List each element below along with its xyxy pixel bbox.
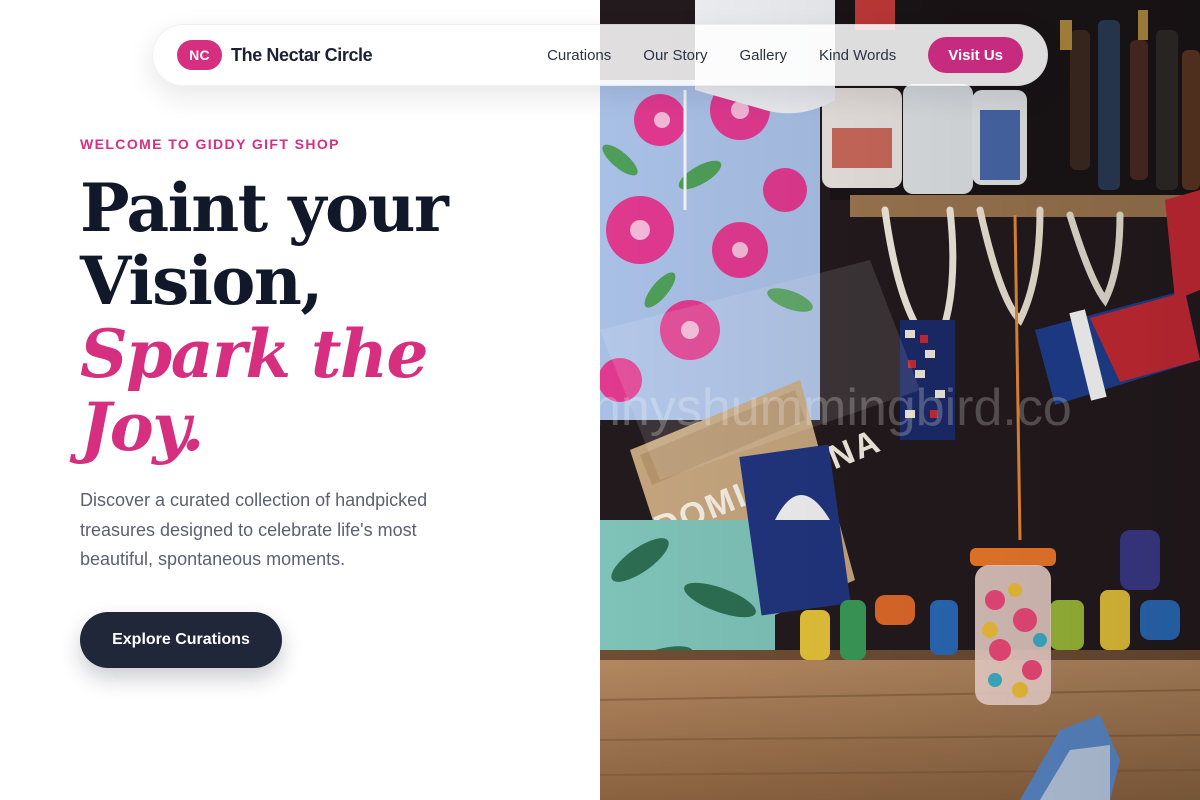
headline-accent-2: Joy. (80, 388, 205, 466)
nav-link-curations[interactable]: Curations (547, 47, 611, 64)
nav-link-kind-words[interactable]: Kind Words (819, 47, 896, 64)
brand-name: The Nectar Circle (231, 44, 373, 65)
top-navbar: NC The Nectar Circle Curations Our Story… (152, 24, 1048, 86)
hero-description: Discover a curated collection of handpic… (80, 490, 428, 569)
hero-eyebrow: WELCOME TO GIDDY GIFT SHOP (80, 136, 340, 152)
headline-line-2: Vision, (80, 242, 323, 320)
brand-badge: NC (177, 40, 222, 70)
nav-links: Curations Our Story Gallery Kind Words V… (547, 37, 1023, 73)
headline-line-1: Paint your (80, 169, 449, 247)
nav-link-our-story[interactable]: Our Story (643, 47, 707, 64)
brand-logo[interactable]: NC The Nectar Circle (177, 40, 373, 70)
visit-us-button[interactable]: Visit Us (928, 37, 1023, 73)
market-stall-illustration: DOMINICANA (600, 0, 1200, 800)
hero-photo: DOMINICANA (600, 0, 1200, 800)
headline-accent-1: Spark the (80, 315, 429, 393)
explore-curations-button[interactable]: Explore Curations (80, 612, 282, 668)
hero-headline: Paint your Vision, Spark the Joy. (80, 172, 600, 464)
nav-link-gallery[interactable]: Gallery (739, 47, 787, 64)
